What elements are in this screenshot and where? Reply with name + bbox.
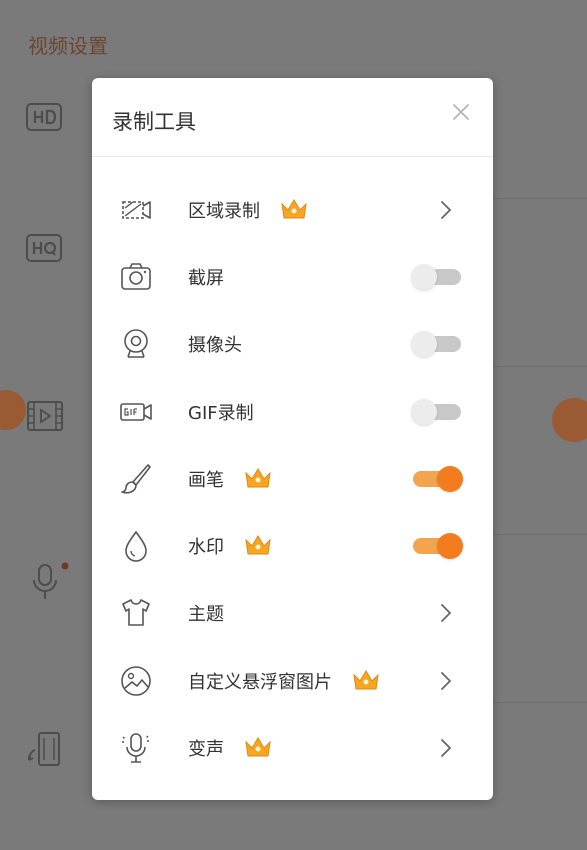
chevron-right-icon xyxy=(441,200,451,219)
tool-row-custom-float-image[interactable]: 自定义悬浮窗图片 xyxy=(92,647,493,714)
tool-list: 区域录制 截屏 摄像头 GIF录制 画笔 水印 主题 自定义悬浮窗图片 变声 xyxy=(92,176,493,782)
tool-row-theme[interactable]: 主题 xyxy=(92,580,493,647)
image-icon xyxy=(121,665,151,696)
tool-label-area-record: 区域录制 xyxy=(188,200,260,222)
tool-row-gif-record: GIF录制 xyxy=(92,378,493,445)
hq-icon xyxy=(26,234,62,262)
gif-record-icon xyxy=(120,402,152,421)
tool-label-gif-record: GIF录制 xyxy=(188,402,254,424)
hd-icon xyxy=(26,103,62,131)
crown-icon xyxy=(353,669,379,690)
brush-icon xyxy=(121,464,151,494)
floating-record-button xyxy=(552,398,587,442)
crown-icon xyxy=(245,535,271,555)
tool-row-watermark: 水印 xyxy=(92,512,493,579)
tool-label-theme: 主题 xyxy=(188,604,224,626)
crown-icon xyxy=(281,198,307,219)
close-icon[interactable] xyxy=(451,102,471,122)
floating-brush-button xyxy=(0,390,26,430)
tool-label-custom-float-image: 自定义悬浮窗图片 xyxy=(188,671,332,693)
voice-changer-icon xyxy=(122,733,149,763)
tshirt-icon xyxy=(122,599,150,627)
tool-label-webcam: 摄像头 xyxy=(188,335,242,357)
webcam-toggle[interactable] xyxy=(411,331,463,358)
area-record-icon xyxy=(122,200,151,219)
screenshot-toggle[interactable] xyxy=(411,263,463,290)
recording-tools-dialog: 录制工具 区域录制 截屏 摄像头 GIF录制 画笔 水印 主题 自定义悬浮窗图片… xyxy=(92,78,493,800)
microphone-icon xyxy=(33,562,69,599)
crown-icon xyxy=(245,737,271,757)
tool-row-webcam: 摄像头 xyxy=(92,311,493,378)
camera-icon xyxy=(121,263,151,290)
chevron-right-icon xyxy=(441,604,451,623)
rotate-screen-icon xyxy=(27,732,60,766)
watermark-toggle[interactable] xyxy=(411,533,463,560)
crown-icon xyxy=(245,467,271,488)
chevron-right-icon xyxy=(441,739,451,757)
tool-label-voice-changer: 变声 xyxy=(188,739,224,761)
tool-label-watermark: 水印 xyxy=(188,537,224,559)
brush-toggle[interactable] xyxy=(411,465,463,492)
tool-label-brush: 画笔 xyxy=(188,469,224,491)
tool-label-screenshot: 截屏 xyxy=(188,267,224,289)
video-settings-title: 视频设置 xyxy=(28,34,108,58)
dialog-title: 录制工具 xyxy=(112,110,196,134)
tool-row-area-record[interactable]: 区域录制 xyxy=(92,176,493,243)
webcam-icon xyxy=(124,329,148,359)
chevron-right-icon xyxy=(441,671,451,690)
tool-row-voice-changer[interactable]: 变声 xyxy=(92,714,493,781)
tool-row-screenshot: 截屏 xyxy=(92,243,493,310)
tool-row-brush: 画笔 xyxy=(92,445,493,512)
water-drop-icon xyxy=(125,531,147,562)
video-file-icon xyxy=(27,401,63,431)
gif-record-toggle[interactable] xyxy=(411,398,463,425)
dialog-header: 录制工具 xyxy=(92,78,493,157)
